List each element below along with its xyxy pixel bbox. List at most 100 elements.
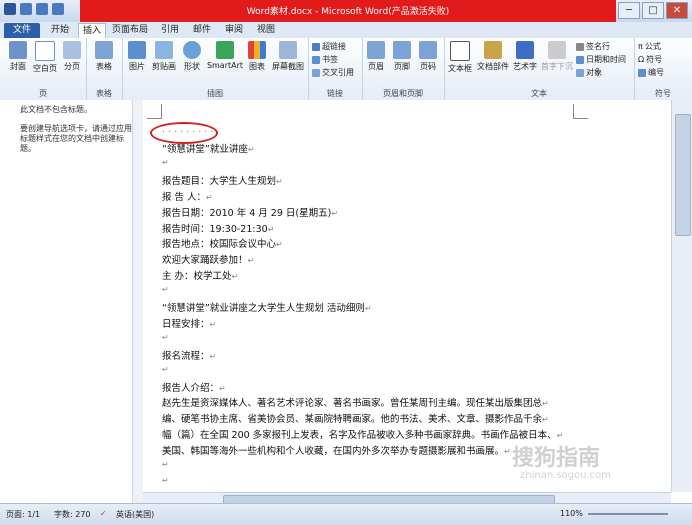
paragraph-mark-icon: ↵ <box>504 447 511 457</box>
paragraph-mark-icon: ↵ <box>247 256 255 266</box>
signature-line-label: 签名行 <box>586 42 610 51</box>
signature-line-button[interactable]: 签名行 <box>576 41 610 52</box>
pi-icon: π <box>638 42 643 51</box>
document-line: ↵ <box>162 332 169 343</box>
save-icon[interactable] <box>20 3 32 15</box>
status-zoom[interactable]: 110% <box>560 509 583 518</box>
drop-cap-label: 首字下沉 <box>541 62 573 71</box>
document-line: ↵ <box>162 475 169 486</box>
cross-reference-label: 交叉引用 <box>322 68 354 77</box>
shapes-button[interactable]: 形状 <box>180 41 204 72</box>
cover-page-button[interactable]: 封面 <box>6 41 30 72</box>
chart-button[interactable]: 图表 <box>246 41 268 72</box>
minimize-button[interactable]: ─ <box>618 2 640 19</box>
tab-insert[interactable]: 插入 <box>78 23 106 39</box>
equation-button[interactable]: π 公式 <box>638 41 661 52</box>
document-line: 日程安排：↵ <box>162 318 217 330</box>
window-controls: ─ □ ✕ <box>618 2 688 19</box>
vertical-scrollbar[interactable] <box>671 100 692 492</box>
document-line: 报告题目：大学生人生规划↵ <box>162 175 283 187</box>
symbol-button[interactable]: Ω 符号 <box>638 54 662 65</box>
blank-page-button[interactable]: 空白页 <box>32 41 58 74</box>
hyperlink-button[interactable]: 超链接 <box>312 41 346 52</box>
status-language[interactable]: 英语(美国) <box>116 509 154 520</box>
navigation-pane: 此文档不包含标题。 要创建导航选项卡，请通过应用标题样式在您的文档中创建标题。 <box>0 100 143 503</box>
group-links-label: 链接 <box>327 89 343 98</box>
document-line: 报告地点：校国际会议中心↵ <box>162 239 283 251</box>
tab-review[interactable]: 审阅 <box>220 23 248 38</box>
zoom-slider[interactable] <box>588 513 668 515</box>
page-break-icon <box>63 41 81 59</box>
tab-references[interactable]: 引用 <box>156 23 184 38</box>
title-bar: Word素材.docx - Microsoft Word(产品激活失败) ─ □… <box>0 0 692 23</box>
date-time-button[interactable]: 日期和时间 <box>576 54 626 65</box>
header-icon <box>367 41 385 59</box>
paragraph-mark-icon: ↵ <box>331 208 339 218</box>
bookmark-button[interactable]: 书签 <box>312 54 338 65</box>
group-text-label: 文本 <box>531 89 547 98</box>
shapes-icon <box>183 41 201 59</box>
document-line: 报告人介绍：↵ <box>162 382 226 394</box>
picture-button[interactable]: 图片 <box>126 41 148 72</box>
numbering-button[interactable]: 编号 <box>638 67 664 78</box>
footer-button[interactable]: 页脚 <box>390 41 414 72</box>
paragraph-mark-icon: ↵ <box>556 431 564 441</box>
text-box-label: 文本框 <box>448 64 472 73</box>
maximize-button[interactable]: □ <box>642 2 664 19</box>
nav-scrollbar[interactable] <box>132 100 143 503</box>
group-header-footer: 页眉 页脚 页码 页眉和页脚 <box>362 38 445 100</box>
paragraph-mark-icon: ↵ <box>219 383 226 393</box>
hyperlink-icon <box>312 42 320 51</box>
tab-home[interactable]: 开始 <box>46 23 74 38</box>
tab-view[interactable]: 视图 <box>252 23 280 38</box>
tab-page-layout[interactable]: 页面布局 <box>110 23 150 38</box>
undo-icon[interactable] <box>36 3 48 15</box>
text-box-button[interactable]: 文本框 <box>446 41 474 74</box>
group-illustrations: 图片 剪贴画 形状 SmartArt 图表 屏幕截图 插图 <box>122 38 309 100</box>
picture-icon <box>128 41 146 59</box>
word-app-icon[interactable] <box>4 3 16 15</box>
screenshot-icon <box>279 41 297 59</box>
status-words[interactable]: 字数: 270 <box>54 509 91 520</box>
document-page[interactable]: · · · · · · · · · “领慧讲堂”就业讲座↵ ↵ 报告题目：大学生人生… <box>143 100 671 492</box>
page-number-button[interactable]: 页码 <box>416 41 440 72</box>
vertical-scroll-thumb[interactable] <box>675 114 691 236</box>
group-links: 超链接 书签 交叉引用 链接 <box>308 38 363 100</box>
page-number-icon <box>419 41 437 59</box>
tab-mailings[interactable]: 邮件 <box>188 23 216 38</box>
document-line: 美国、韩国等海外一些机构和个人收藏，在国内外多次举办专题摄影展和书画展。↵ <box>162 446 511 458</box>
page-break-button[interactable]: 分页 <box>60 41 84 72</box>
paragraph-mark-icon: ↵ <box>162 285 169 295</box>
signature-line-icon <box>576 42 584 51</box>
footer-label: 页脚 <box>394 62 410 71</box>
close-button[interactable]: ✕ <box>666 2 688 19</box>
cover-page-label: 封面 <box>10 62 26 71</box>
drop-cap-button[interactable]: 首字下沉 <box>540 41 574 72</box>
tab-file[interactable]: 文件 <box>4 23 40 38</box>
paragraph-mark-icon: ↵ <box>276 240 283 250</box>
group-pages-label: 页 <box>39 89 47 98</box>
clip-art-button[interactable]: 剪贴画 <box>150 41 178 72</box>
status-page[interactable]: 页面: 1/1 <box>6 509 40 520</box>
redo-icon[interactable] <box>52 3 64 15</box>
paragraph-mark-icon: ↵ <box>162 475 169 485</box>
annotation-circle <box>150 122 218 144</box>
smartart-button[interactable]: SmartArt <box>206 41 244 70</box>
spellcheck-icon[interactable]: ✓ <box>100 509 107 518</box>
quick-parts-button[interactable]: 文档部件 <box>476 41 510 72</box>
document-line: 编、硬笔书协主席、省美协会员、某画院特聘画家。他的书法、美术、文章、摄影作品千余… <box>162 414 549 426</box>
paragraph-mark-icon: ↵ <box>247 145 255 154</box>
footer-icon <box>393 41 411 59</box>
table-button[interactable]: 表格 <box>92 41 116 72</box>
document-line: ↵ <box>162 284 169 295</box>
cross-reference-icon <box>312 68 320 77</box>
clip-art-icon <box>155 41 173 59</box>
wordart-button[interactable]: 艺术字 <box>512 41 538 72</box>
cross-reference-button[interactable]: 交叉引用 <box>312 67 354 78</box>
object-button[interactable]: 对象 <box>576 67 602 78</box>
screenshot-button[interactable]: 屏幕截图 <box>270 41 306 72</box>
paragraph-mark-icon: ↵ <box>162 332 169 342</box>
group-pages: 封面 空白页 分页 页 <box>0 38 87 100</box>
document-line: 报名流程：↵ <box>162 350 217 362</box>
header-button[interactable]: 页眉 <box>364 41 388 72</box>
